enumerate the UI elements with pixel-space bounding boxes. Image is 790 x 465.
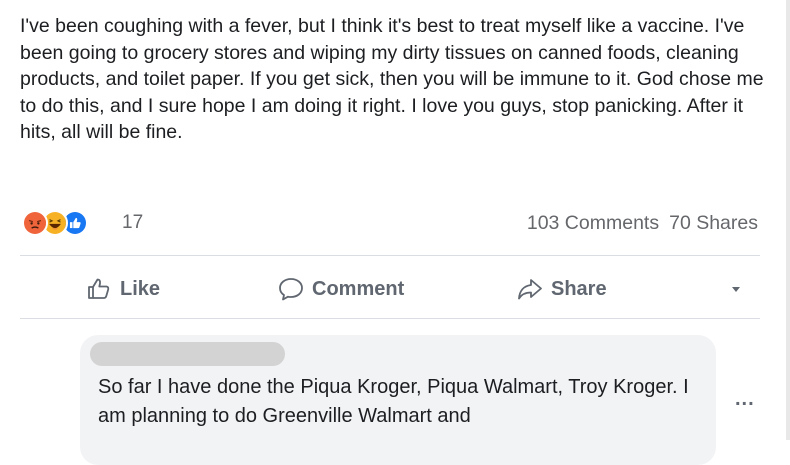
reaction-icons[interactable] [22,210,117,236]
comment-area: So far I have done the Piqua Kroger, Piq… [20,332,770,465]
commenter-name-redacted [90,342,285,366]
reaction-count[interactable]: 17 [122,212,143,234]
caret-down-icon[interactable] [730,283,742,295]
share-button[interactable]: Share [517,262,607,316]
comment-button[interactable]: Comment [278,262,404,316]
post-text: I've been coughing with a fever, but I t… [20,15,764,143]
share-label: Share [551,277,607,300]
thumbs-up-icon [88,278,110,299]
reactions-row: 17 103 Comments 70 Shares [22,208,762,238]
comment-options-button[interactable]: ... [735,389,761,414]
comment-text: So far I have done the Piqua Kroger, Piq… [98,376,689,427]
share-arrow-icon [518,279,542,300]
like-label: Like [120,277,161,300]
comment-label: Comment [312,277,405,300]
angry-react-icon [22,210,48,236]
like-button[interactable]: Like [86,262,160,316]
scrollbar-edge [786,0,790,440]
shares-count-link[interactable]: 70 Shares [669,212,758,234]
divider-bottom [20,318,760,319]
comments-count-link[interactable]: 103 Comments [527,212,659,234]
speech-bubble-icon [279,278,303,301]
action-bar: Like Comment Share [20,262,760,316]
post-stats: 103 Comments 70 Shares [527,212,758,235]
divider-top [20,255,760,256]
